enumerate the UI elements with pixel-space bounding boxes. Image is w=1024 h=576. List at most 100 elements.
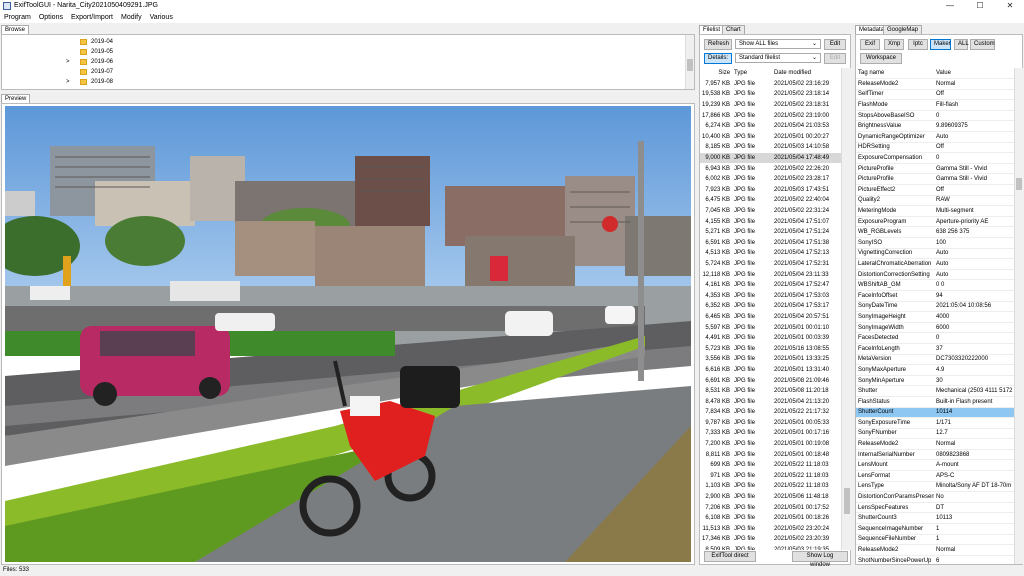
file-row[interactable]: 8,811 KB JPG file 2021/05/01 00:18:48	[700, 449, 841, 460]
scroll-thumb[interactable]	[1016, 178, 1022, 190]
metadata-row[interactable]: FaceInfoLength 37	[856, 343, 1014, 355]
file-row[interactable]: 17,866 KB JPG file 2021/05/02 23:19:00	[700, 110, 841, 121]
file-row[interactable]: 6,465 KB JPG file 2021/05/04 20:57:51	[700, 312, 841, 323]
details-button[interactable]: Details:	[704, 53, 732, 64]
file-row[interactable]: 1,103 KB JPG file 2021/05/22 11:18:03	[700, 481, 841, 492]
metadata-row[interactable]: DistortionCorrParamsPresent No	[856, 491, 1014, 503]
metadata-row[interactable]: MeteringMode Multi-segment	[856, 205, 1014, 217]
file-row[interactable]: 7,200 KB JPG file 2021/05/01 00:19:08	[700, 439, 841, 450]
metadata-row[interactable]: LensMount A-mount	[856, 459, 1014, 472]
refresh-button[interactable]: Refresh	[704, 39, 732, 50]
edit-filter-button[interactable]: Edit	[824, 39, 846, 50]
file-row[interactable]: 4,155 KB JPG file 2021/05/04 17:51:07	[700, 216, 841, 227]
metadata-row[interactable]: SonyISO 100	[856, 237, 1014, 249]
file-row[interactable]: 6,274 KB JPG file 2021/05/04 21:03:53	[700, 121, 841, 132]
file-row[interactable]: 9,787 KB JPG file 2021/05/01 00:05:33	[700, 418, 841, 429]
file-row[interactable]: 971 KB JPG file 2021/05/22 11:18:03	[700, 471, 841, 482]
folder-item[interactable]: 2019-07	[66, 67, 113, 77]
metadata-row[interactable]: VignettingCorrection Auto	[856, 248, 1014, 260]
file-row[interactable]: 5,597 KB JPG file 2021/05/01 00:01:10	[700, 322, 841, 333]
metadata-row[interactable]: ReleaseMode2 Normal	[856, 544, 1014, 556]
file-row[interactable]: 7,045 KB JPG file 2021/05/02 22:31:24	[700, 206, 841, 217]
file-row[interactable]: 8,509 KBJPG file2021/05/03 21:19:35	[700, 545, 841, 550]
metadata-row[interactable]: SonyFNumber 12.7	[856, 428, 1014, 440]
col-date[interactable]: Date modified	[772, 68, 841, 79]
metadata-row[interactable]: Quality2 RAW	[856, 195, 1014, 207]
file-row[interactable]: 7,957 KB JPG file 2021/05/02 23:16:29	[700, 79, 841, 90]
exif-button[interactable]: Exif	[860, 39, 880, 50]
metadata-row[interactable]: StopsAboveBaseISO 0	[856, 110, 1014, 122]
folder-item[interactable]: 2019-10	[66, 87, 113, 89]
metadata-row[interactable]: PictureEffect2 Off	[856, 184, 1014, 196]
metadata-row[interactable]: LateralChromaticAberration Auto	[856, 258, 1014, 270]
file-row[interactable]: 7,333 KB JPG file 2021/05/01 00:17:16	[700, 428, 841, 439]
metadata-row[interactable]: Shutter Mechanical (2503 4111 5172	[856, 385, 1014, 397]
file-row[interactable]: 19,239 KB JPG file 2021/05/02 23:18:31	[700, 100, 841, 111]
metadata-row[interactable]: ReleaseMode2 Normal	[856, 438, 1014, 450]
file-row[interactable]: 5,271 KB JPG file 2021/05/04 17:51:24	[700, 227, 841, 238]
metadata-row[interactable]: WB_RGBLevels 638 256 375	[856, 226, 1014, 238]
metadata-row[interactable]: DistortionCorrectionSetting Auto	[856, 269, 1014, 281]
iptc-button[interactable]: Iptc	[908, 39, 928, 50]
file-row[interactable]: 19,538 KB JPG file 2021/05/02 23:18:14	[700, 89, 841, 100]
menu-options[interactable]: Options	[39, 14, 63, 21]
view-select[interactable]: Standard filelist	[735, 53, 821, 63]
metadata-row[interactable]: WBShiftAB_GM 0 0	[856, 279, 1014, 291]
tab-preview[interactable]: Preview	[1, 94, 31, 103]
menu-program[interactable]: Program	[4, 14, 31, 21]
file-row[interactable]: 2,900 KB JPG file 2021/05/06 11:48:18	[700, 492, 841, 503]
metadata-row[interactable]: PictureProfile Gamma Still - Vivid	[856, 173, 1014, 186]
metadata-row[interactable]: ShutterCount 10114	[856, 407, 1014, 419]
menu-various[interactable]: Various	[150, 14, 173, 21]
filelist-scrollbar[interactable]	[841, 68, 851, 550]
file-row[interactable]: 6,108 KB JPG file 2021/05/01 00:18:26	[700, 513, 841, 524]
tab-chart[interactable]: Chart	[722, 25, 745, 34]
metadata-row[interactable]: SonyExposureTime 1/171	[856, 417, 1014, 429]
metadata-row[interactable]: ShutterCount3 10113	[856, 512, 1014, 525]
metadata-row[interactable]: FlashStatus Built-in Flash present	[856, 396, 1014, 408]
file-row[interactable]: 4,161 KB JPG file 2021/05/04 17:52:47	[700, 280, 841, 291]
file-row[interactable]: 6,591 KB JPG file 2021/05/04 17:51:38	[700, 238, 841, 249]
file-row[interactable]: 6,943 KB JPG file 2021/05/02 22:26:20	[700, 163, 841, 174]
workspace-button[interactable]: Workspace	[860, 53, 902, 64]
metadata-row[interactable]: SonyMinAperture 30	[856, 375, 1014, 387]
file-row[interactable]: 4,513 KB JPG file 2021/05/04 17:52:13	[700, 248, 841, 259]
tab-googlemap[interactable]: GoogleMap	[883, 25, 923, 34]
metadata-row[interactable]: DynamicRangeOptimizer Auto	[856, 131, 1014, 143]
folder-item[interactable]: >2019-08	[66, 77, 113, 87]
file-row[interactable]: 6,352 KB JPG file 2021/05/04 17:53:17	[700, 301, 841, 312]
col-size[interactable]: Size	[700, 68, 732, 79]
file-row[interactable]: 12,118 KB JPG file 2021/05/04 23:11:33	[700, 269, 841, 280]
col-tag-name[interactable]: Tag name	[856, 68, 934, 80]
metadata-row[interactable]: InternalSerialNumber 0809823868	[856, 449, 1014, 461]
custom-button[interactable]: Custom	[970, 39, 995, 50]
col-value[interactable]: Value	[934, 68, 1014, 80]
menu-modify[interactable]: Modify	[121, 14, 142, 21]
metadata-row[interactable]: LensSpecFeatures DT	[856, 502, 1014, 514]
menu-export-import[interactable]: Export/Import	[71, 14, 113, 21]
minimize-button[interactable]: —	[935, 0, 965, 12]
metadata-row[interactable]: SelfTimer Off	[856, 89, 1014, 101]
expander-icon[interactable]: >	[66, 59, 80, 65]
all-button[interactable]: ALL	[954, 39, 969, 50]
folder-item[interactable]: 2019-04	[66, 37, 113, 47]
col-type[interactable]: Type	[732, 68, 772, 79]
metadata-row[interactable]: PictureProfile Gamma Still - Vivid	[856, 163, 1014, 175]
file-row[interactable]: 5,723 KB JPG file 2021/05/16 13:08:55	[700, 343, 841, 354]
exiftool-direct-button[interactable]: ExifTool direct	[704, 551, 756, 562]
file-row[interactable]: 8,478 KB JPG file 2021/05/04 21:13:20	[700, 396, 841, 407]
file-row[interactable]: 7,834 KB JPG file 2021/05/22 21:17:32	[700, 407, 841, 418]
file-row[interactable]: 6,616 KB JPG file 2021/05/01 13:31:40	[700, 365, 841, 376]
file-row[interactable]: 699 KB JPG file 2021/05/22 11:18:03	[700, 460, 841, 471]
edit-view-button[interactable]: Edit	[824, 53, 846, 64]
metadata-row[interactable]: SequenceFileNumber 1	[856, 534, 1014, 546]
metadata-row[interactable]: SonyImageHeight 4000	[856, 311, 1014, 323]
metadata-row[interactable]: ExposureCompensation 0	[856, 152, 1014, 164]
file-row[interactable]: 3,556 KB JPG file 2021/05/01 13:33:25	[700, 354, 841, 365]
scroll-thumb[interactable]	[844, 488, 850, 514]
metadata-row[interactable]: SequenceImageNumber 1	[856, 523, 1014, 535]
metadata-row[interactable]: LensType Minolta/Sony AF DT 18-70m	[856, 481, 1014, 493]
expander-icon[interactable]: >	[66, 79, 80, 85]
file-row[interactable]: 10,400 KB JPG file 2021/05/01 00:20:27	[700, 132, 841, 143]
scroll-thumb[interactable]	[687, 59, 693, 71]
